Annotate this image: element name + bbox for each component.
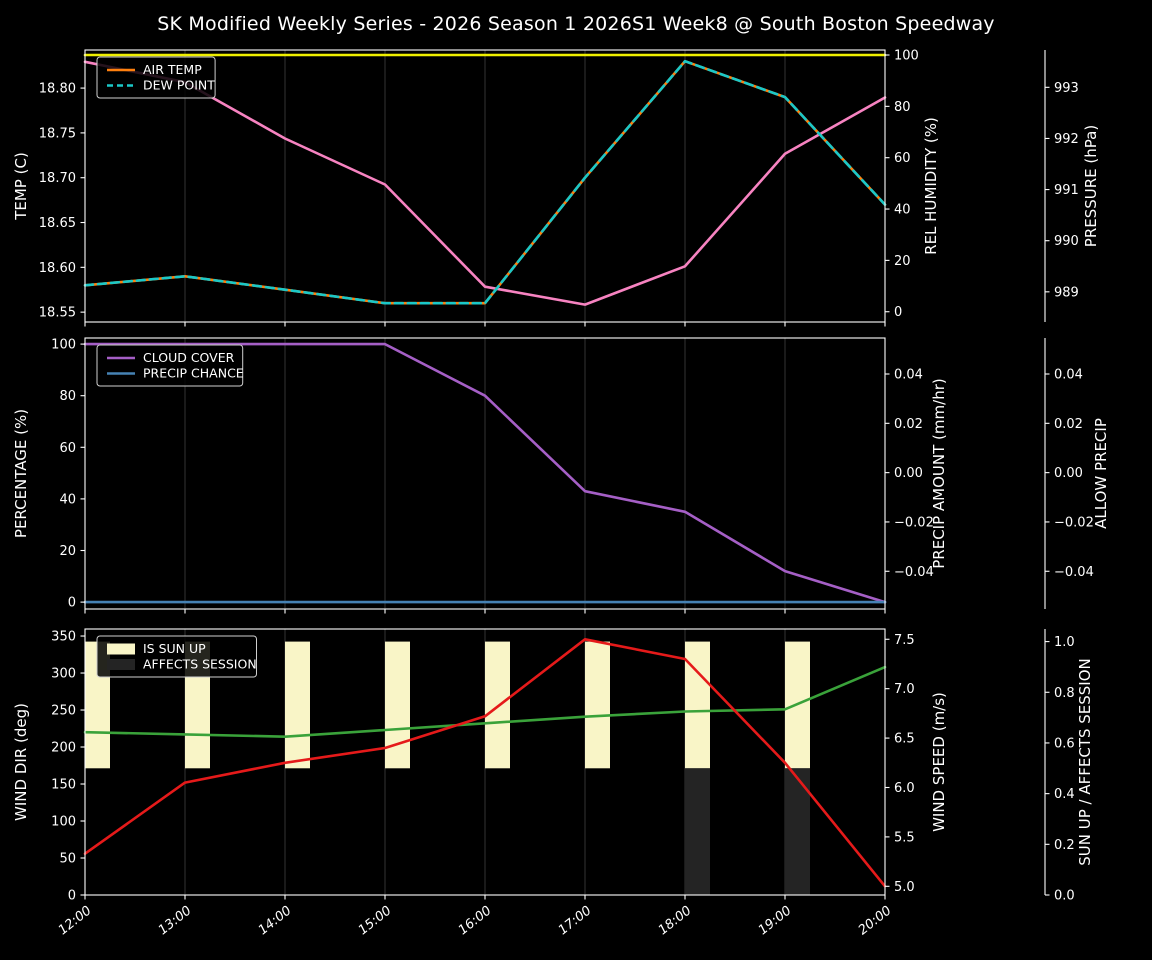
y-tick-label: 5.5 (894, 830, 915, 845)
y-tick-label: 0.2 (1054, 838, 1075, 853)
y-tick-label: −0.02 (894, 515, 934, 530)
y-tick-label: 0.0 (1054, 889, 1075, 904)
y-tick-label: −0.04 (894, 565, 934, 580)
y-tick-label: 0.6 (1054, 736, 1075, 751)
y-tick-label: 18.65 (39, 216, 76, 231)
y-tick-label: 0.02 (1054, 417, 1083, 432)
y-tick-label: 20 (894, 254, 911, 269)
bar-is-sun-up (285, 641, 310, 769)
x-tick-label: 18:00 (656, 903, 695, 938)
y-tick-label: 18.55 (39, 306, 76, 321)
x-tick-label: 16:00 (456, 903, 495, 938)
legend: AIR TEMPDEW POINT (96, 56, 216, 99)
legend-label: PRECIP CHANCE (143, 366, 244, 381)
y-tick-label: −0.04 (1054, 565, 1094, 580)
legend-swatch-affects-session (107, 659, 135, 670)
legend-label: AIR TEMP (143, 62, 202, 77)
bar-is-sun-up (585, 641, 610, 769)
legend-swatch-is-sun-up (107, 643, 135, 655)
legend: CLOUD COVERPRECIP CHANCE (96, 344, 244, 387)
y-tick-label: 0.4 (1054, 787, 1075, 802)
y-tick-label: 6.0 (894, 781, 915, 796)
y-tick-label: 1.0 (1054, 635, 1075, 650)
y-tick-label: 7.5 (894, 633, 915, 648)
y-tick-label: 0 (68, 889, 76, 904)
bar-is-sun-up (385, 641, 410, 769)
y-tick-label: 0.00 (1054, 466, 1083, 481)
y-tick-label: 993 (1054, 81, 1079, 96)
y-tick-label: 200 (51, 741, 76, 756)
y-tick-label: 0.8 (1054, 686, 1075, 701)
y-tick-label: 50 (59, 852, 76, 867)
axis-label-pressure-hpa: PRESSURE (hPa) (1082, 125, 1100, 247)
legend-label: IS SUN UP (143, 641, 206, 656)
x-tick-label: 17:00 (556, 903, 595, 938)
x-tick-label: 14:00 (256, 903, 295, 938)
y-tick-label: 989 (1054, 285, 1079, 300)
y-tick-label: 0 (894, 305, 902, 320)
x-tick-label: 15:00 (356, 903, 395, 938)
legend: IS SUN UPAFFECTS SESSION (96, 635, 257, 678)
y-tick-label: 60 (59, 441, 76, 456)
x-tick-label: 19:00 (756, 903, 795, 938)
y-tick-label: 100 (51, 815, 76, 830)
y-tick-label: 18.70 (39, 171, 76, 186)
legend-label: CLOUD COVER (143, 350, 235, 365)
legend-label: AFFECTS SESSION (143, 657, 257, 672)
axis-label-sun-up-affects-session: SUN UP / AFFECTS SESSION (1076, 658, 1094, 866)
y-tick-label: 60 (894, 151, 911, 166)
y-tick-label: 80 (894, 100, 911, 115)
y-tick-label: 991 (1054, 183, 1079, 198)
y-tick-label: 992 (1054, 132, 1079, 147)
y-tick-label: 6.5 (894, 732, 915, 747)
y-tick-label: 350 (51, 630, 76, 645)
y-tick-label: 0.04 (894, 368, 923, 383)
y-tick-label: 18.80 (39, 82, 76, 97)
y-tick-label: 80 (59, 389, 76, 404)
y-tick-label: 5.0 (894, 880, 915, 895)
charts-canvas: 18.55 18.60 18.65 18.70 18.75 18.80 TEMP (C) 0 2… (12, 49, 1110, 939)
x-tick-label: 13:00 (156, 903, 195, 938)
axis-label-temp-c: TEMP (C) (12, 152, 30, 221)
panel-percentage: 0 20 40 60 80 100 PERCENTAGE (%) −0.04 −0.02 0.00… (12, 337, 1110, 614)
y-tick-label: 18.60 (39, 261, 76, 276)
bar-is-sun-up (485, 641, 510, 769)
axis-label-wind-dir-deg: WIND DIR (deg) (12, 703, 30, 821)
y-tick-label: 18.75 (39, 126, 76, 141)
y-tick-label: 7.0 (894, 682, 915, 697)
y-tick-label: −0.02 (1054, 515, 1094, 530)
y-tick-label: 300 (51, 667, 76, 682)
axis-label-allow-precip: ALLOW PRECIP (1092, 418, 1110, 529)
y-tick-label: 100 (894, 49, 919, 64)
axis-label-percentage: PERCENTAGE (%) (12, 409, 30, 538)
y-tick-label: 0.04 (1054, 368, 1083, 383)
legend-label: DEW POINT (143, 78, 215, 93)
y-tick-label: 0 (68, 596, 76, 611)
panel-wind: 12:00 13:00 14:00 15:00 16:00 17:00 18:00 19:00… (12, 628, 1094, 938)
x-tick-label: 12:00 (56, 903, 95, 938)
y-tick-label: 0.02 (894, 417, 923, 432)
y-tick-label: 150 (51, 778, 76, 793)
weather-forecast-figure: SK Modified Weekly Series - 2026 Season … (0, 0, 1152, 960)
y-tick-label: 990 (1054, 234, 1079, 249)
y-tick-label: 40 (59, 492, 76, 507)
axis-label-precip-amount-mm-hr: PRECIP AMOUNT (mm/hr) (930, 378, 948, 568)
y-tick-label: 0.00 (894, 466, 923, 481)
x-tick-label: 20:00 (856, 903, 895, 938)
y-tick-label: 250 (51, 704, 76, 719)
panel-temperature: 18.55 18.60 18.65 18.70 18.75 18.80 TEMP (C) 0 2… (12, 49, 1100, 327)
bar-affects-session (685, 768, 710, 895)
y-tick-label: 100 (51, 338, 76, 353)
axis-label-rel-humidity: REL HUMIDITY (%) (922, 117, 940, 255)
y-tick-label: 40 (894, 203, 911, 218)
axis-label-wind-speed-m-s: WIND SPEED (m/s) (930, 692, 948, 832)
y-tick-label: 20 (59, 544, 76, 559)
bar-is-sun-up (685, 641, 710, 769)
